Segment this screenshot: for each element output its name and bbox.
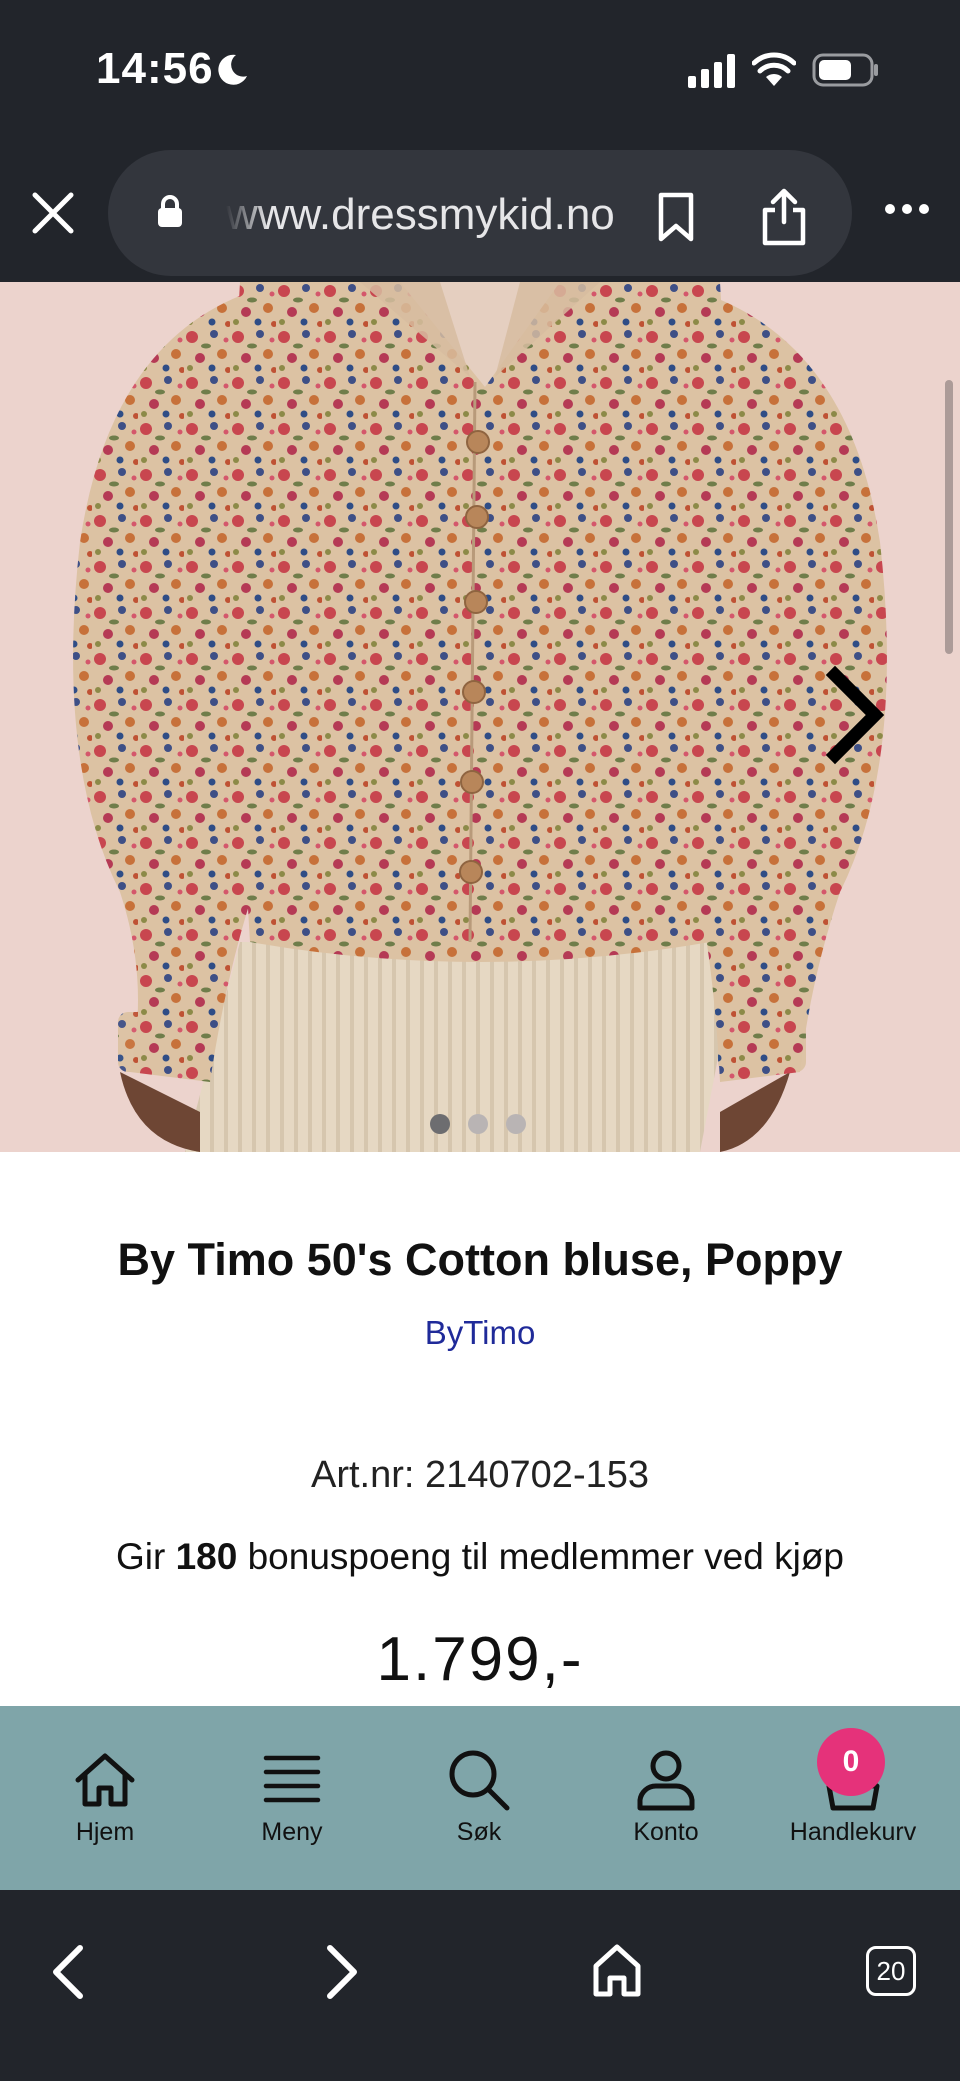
status-time: 14:56 bbox=[96, 44, 214, 93]
carousel-dots bbox=[430, 1114, 540, 1136]
account-icon bbox=[637, 1750, 695, 1811]
forward-icon[interactable] bbox=[322, 1942, 362, 2002]
bonus-points: 180 bbox=[175, 1536, 238, 1577]
close-icon[interactable] bbox=[30, 190, 76, 236]
status-bar: 14:56 bbox=[0, 0, 960, 140]
tabs-icon[interactable]: 20 bbox=[866, 1946, 916, 1996]
bookmark-icon[interactable] bbox=[656, 192, 696, 242]
url-field[interactable]: www.dressmykid.no bbox=[108, 150, 852, 276]
home-icon bbox=[75, 1753, 135, 1807]
cart-count-badge: 0 bbox=[817, 1728, 885, 1796]
product-title: By Timo 50's Cotton bluse, Poppy bbox=[117, 1234, 843, 1285]
carousel-dot-2[interactable] bbox=[468, 1114, 488, 1134]
signal-icon bbox=[688, 54, 735, 88]
hamburger-icon bbox=[263, 1755, 321, 1803]
search-icon bbox=[449, 1750, 510, 1811]
nav-item-cart[interactable]: 0 Handlekurv bbox=[757, 1706, 949, 1890]
next-image-icon[interactable] bbox=[820, 660, 890, 770]
article-number: Art.nr: 2140702-153 bbox=[310, 1454, 649, 1496]
page-scrollbar[interactable] bbox=[945, 380, 953, 654]
nav-item-home[interactable]: Hjem bbox=[9, 1706, 201, 1890]
nav-label-search: Søk bbox=[456, 1818, 502, 1846]
brand-link[interactable]: ByTimo bbox=[0, 1310, 960, 1356]
home-icon[interactable] bbox=[592, 1942, 642, 1998]
product-photo bbox=[0, 282, 960, 1152]
carousel-dot-3[interactable] bbox=[506, 1114, 526, 1134]
nav-label-menu: Meny bbox=[261, 1818, 323, 1846]
product-image-carousel[interactable] bbox=[0, 282, 960, 1152]
browser-address-bar: www.dressmykid.no bbox=[0, 140, 960, 282]
nav-item-search[interactable]: Søk bbox=[383, 1706, 575, 1890]
more-icon[interactable] bbox=[884, 202, 930, 216]
product-price: 1.799,- bbox=[376, 1625, 584, 1694]
bonus-prefix: Gir bbox=[115, 1536, 176, 1577]
browser-toolbar: 20 bbox=[0, 1890, 960, 2081]
nav-item-menu[interactable]: Meny bbox=[196, 1706, 388, 1890]
share-icon[interactable] bbox=[760, 188, 808, 246]
nav-item-account[interactable]: Konto bbox=[570, 1706, 762, 1890]
moon-icon bbox=[218, 54, 247, 85]
url-text: www.dressmykid.no bbox=[226, 190, 615, 239]
nav-label-account: Konto bbox=[633, 1818, 699, 1846]
wifi-icon bbox=[752, 52, 796, 86]
lock-icon bbox=[158, 195, 182, 227]
bonus-points-text: Gir 180 bonuspoeng til medlemmer ved kjø… bbox=[0, 1532, 960, 1582]
carousel-dot-1[interactable] bbox=[430, 1114, 450, 1134]
site-bottom-nav: Hjem Meny Søk Konto 0 Handlekurv bbox=[0, 1706, 960, 1890]
battery-icon bbox=[812, 53, 878, 87]
nav-label-home: Hjem bbox=[75, 1818, 135, 1846]
back-icon[interactable] bbox=[48, 1942, 88, 2002]
bonus-suffix: bonuspoeng til medlemmer ved kjøp bbox=[237, 1536, 845, 1577]
nav-label-cart: Handlekurv bbox=[789, 1818, 917, 1846]
